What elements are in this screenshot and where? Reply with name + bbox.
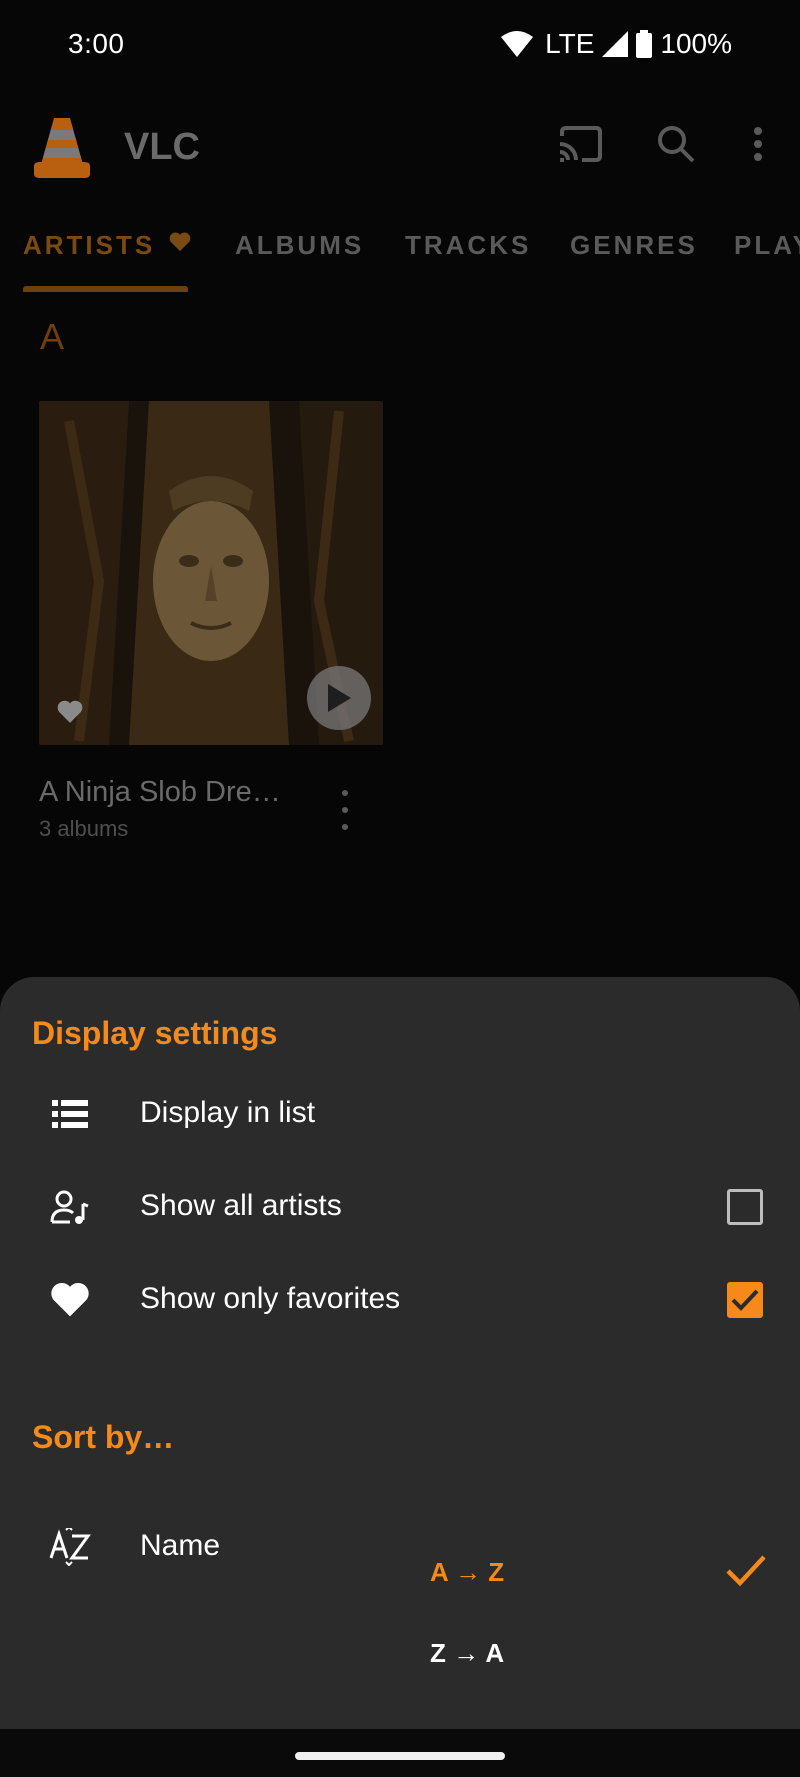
sort-name-descending[interactable]: Z → A <box>430 1638 504 1669</box>
play-icon <box>328 684 351 712</box>
show-only-favorites-checkbox[interactable] <box>727 1282 763 1318</box>
show-all-artists-checkbox[interactable] <box>727 1189 763 1225</box>
sort-name-ascending[interactable]: A → Z <box>430 1557 504 1588</box>
display-in-list-option[interactable]: Display in list <box>0 1074 800 1154</box>
artist-album-count: 3 albums <box>39 816 129 841</box>
check-icon <box>731 1289 759 1311</box>
more-dot <box>342 790 348 796</box>
artist-card[interactable] <box>39 401 383 745</box>
heart-icon <box>170 232 191 252</box>
tab-tracks[interactable]: TRACKS <box>405 230 531 261</box>
show-all-artists-label: Show all artists <box>140 1189 342 1222</box>
show-all-artists-option[interactable]: Show all artists <box>0 1167 800 1247</box>
play-button[interactable] <box>307 666 371 730</box>
app-title: VLC <box>124 126 200 168</box>
favorite-heart-icon <box>57 700 83 723</box>
tab-playlists[interactable]: PLAYLISTS <box>734 230 800 261</box>
battery-percent: 100% <box>660 28 732 59</box>
tab-genres[interactable]: GENRES <box>570 230 698 261</box>
selected-check-icon <box>726 1555 766 1587</box>
sort-name-label: Name <box>140 1529 221 1562</box>
artist-name: A Ninja Slob Dre… <box>39 776 281 808</box>
status-bar: 3:00 LTE 100% <box>0 0 800 90</box>
more-vert-icon <box>754 127 762 161</box>
cast-button[interactable] <box>556 120 604 168</box>
sort-az-icon <box>48 1527 92 1567</box>
more-options-button[interactable] <box>734 120 782 168</box>
section-header: A <box>40 316 65 357</box>
battery-icon <box>636 30 653 58</box>
artist-more-button[interactable] <box>332 790 358 830</box>
heart-icon <box>48 1280 92 1320</box>
network-type: LTE <box>545 28 595 59</box>
more-dot <box>342 824 348 830</box>
search-button[interactable] <box>652 120 700 168</box>
sort-by-heading: Sort by… <box>32 1419 175 1455</box>
status-indicators: LTE 100% <box>501 26 732 62</box>
show-only-favorites-option[interactable]: Show only favorites <box>0 1260 800 1340</box>
display-settings-sheet: Display settings Display in list Show al… <box>0 977 800 1729</box>
cast-icon <box>559 126 602 162</box>
display-in-list-label: Display in list <box>140 1096 316 1129</box>
active-tab-indicator <box>23 286 188 292</box>
display-settings-heading: Display settings <box>32 1015 278 1051</box>
sort-name-row: Name <box>0 1507 800 1587</box>
vlc-logo-icon <box>34 118 90 178</box>
tab-artists[interactable]: ARTISTS <box>23 230 191 261</box>
home-gesture-handle[interactable] <box>295 1752 505 1760</box>
status-time: 3:00 <box>68 28 125 59</box>
library-tabs: ARTISTS ALBUMS TRACKS GENRES PLAYLISTS <box>0 218 800 292</box>
artist-music-icon <box>48 1187 92 1227</box>
system-nav-bar <box>0 1729 800 1777</box>
tab-albums[interactable]: ALBUMS <box>235 230 364 261</box>
wifi-icon <box>501 31 534 57</box>
list-icon <box>48 1094 92 1134</box>
search-icon <box>658 126 695 163</box>
more-dot <box>342 807 348 813</box>
show-only-favorites-label: Show only favorites <box>140 1282 401 1315</box>
app-bar: VLC <box>0 96 800 196</box>
signal-icon <box>602 31 629 57</box>
